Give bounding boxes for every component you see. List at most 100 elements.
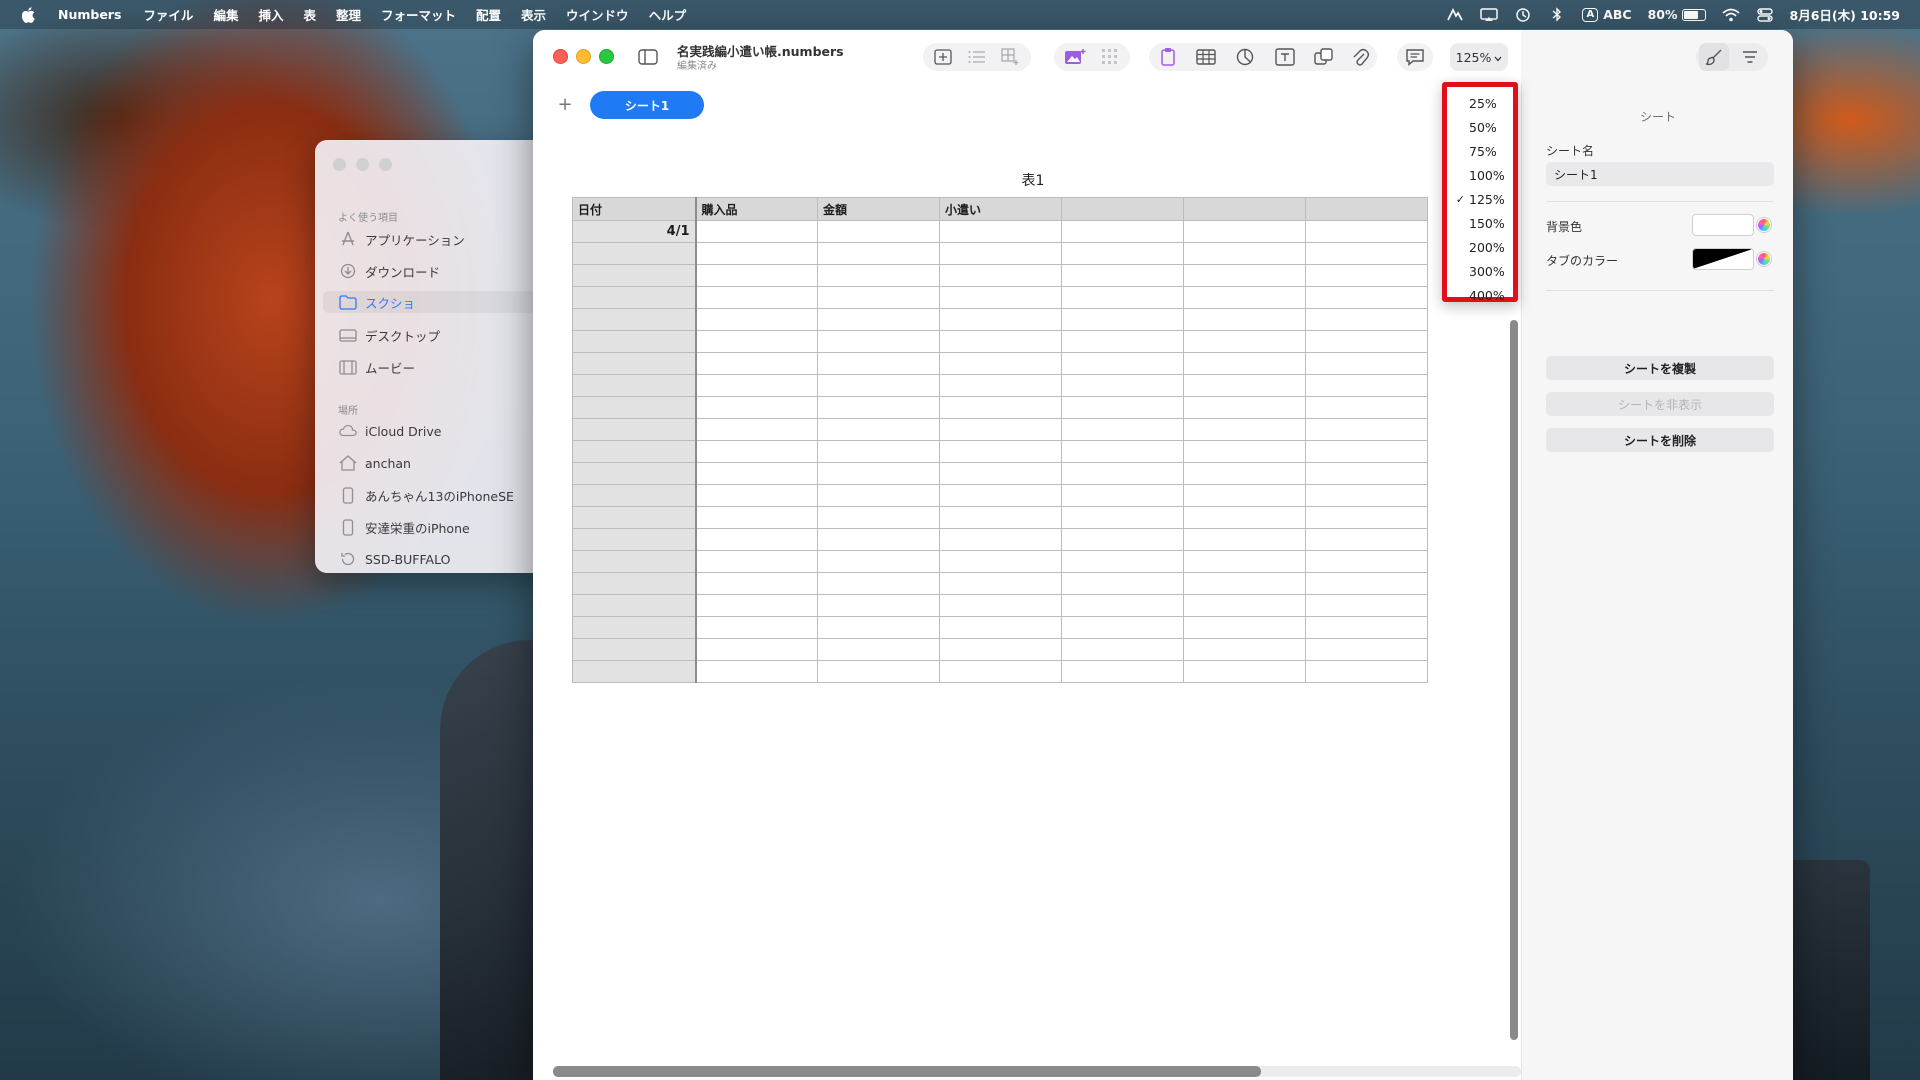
- table-cell[interactable]: [695, 616, 818, 639]
- add-sheet-button[interactable]: +: [556, 96, 574, 114]
- table-cell[interactable]: [1061, 352, 1184, 375]
- table-cell[interactable]: [1183, 550, 1306, 573]
- table-cell[interactable]: [1305, 242, 1428, 265]
- table-cell[interactable]: [1183, 352, 1306, 375]
- zoom-dropdown[interactable]: 125%: [1450, 43, 1508, 71]
- image-grid-button[interactable]: [1094, 44, 1126, 70]
- table-cell[interactable]: [939, 374, 1062, 397]
- minimize-button[interactable]: [576, 49, 591, 64]
- table-cell[interactable]: [817, 462, 940, 485]
- table-cell[interactable]: [939, 330, 1062, 353]
- menu-app-name[interactable]: Numbers: [58, 7, 121, 22]
- sidebar-toggle-button[interactable]: [633, 44, 663, 70]
- table-cell[interactable]: [939, 242, 1062, 265]
- menu-layout[interactable]: 配置: [476, 5, 501, 24]
- header-cell[interactable]: [572, 506, 697, 529]
- table-cell[interactable]: [695, 506, 818, 529]
- table-cell[interactable]: [695, 528, 818, 551]
- zoom-option[interactable]: 25%: [1447, 92, 1513, 114]
- format-inspector-button[interactable]: [1699, 43, 1729, 71]
- header-cell[interactable]: [572, 550, 697, 573]
- battery-status[interactable]: 80%: [1648, 7, 1706, 22]
- zoom-option[interactable]: 150%: [1447, 212, 1513, 234]
- table-cell[interactable]: [939, 506, 1062, 529]
- table-cell[interactable]: [1183, 528, 1306, 551]
- table-cell[interactable]: [1305, 418, 1428, 441]
- header-cell[interactable]: [572, 242, 697, 265]
- header-cell[interactable]: [572, 418, 697, 441]
- table-cell[interactable]: [695, 594, 818, 617]
- table-cell[interactable]: [939, 660, 1062, 683]
- table-cell[interactable]: [939, 550, 1062, 573]
- vertical-scrollbar[interactable]: [1510, 320, 1518, 1040]
- table-cell[interactable]: [817, 330, 940, 353]
- table-cell[interactable]: [1061, 220, 1184, 243]
- menu-insert[interactable]: 挿入: [258, 5, 283, 24]
- table-cell[interactable]: [1305, 308, 1428, 331]
- duplicate-sheet-button[interactable]: シートを複製: [1546, 356, 1774, 380]
- header-cell[interactable]: [572, 330, 697, 353]
- header-cell[interactable]: [572, 572, 697, 595]
- header-cell[interactable]: [572, 440, 697, 463]
- table-cell[interactable]: [1305, 528, 1428, 551]
- table-cell[interactable]: [1305, 374, 1428, 397]
- table-cell[interactable]: [817, 374, 940, 397]
- column-header-cell[interactable]: [1183, 197, 1306, 221]
- table-cell[interactable]: [817, 506, 940, 529]
- table-cell[interactable]: [1305, 484, 1428, 507]
- sidebar-item-movies[interactable]: ムービー: [339, 356, 415, 378]
- menu-window[interactable]: ウインドウ: [566, 5, 629, 24]
- table-cell[interactable]: [695, 264, 818, 287]
- pivot-table-button[interactable]: [961, 44, 993, 70]
- header-cell[interactable]: [572, 396, 697, 419]
- table-cell[interactable]: [1061, 418, 1184, 441]
- sidebar-item-downloads[interactable]: ダウンロード: [339, 260, 440, 282]
- close-button[interactable]: [553, 49, 568, 64]
- table-cell[interactable]: [1305, 616, 1428, 639]
- header-cell[interactable]: [572, 484, 697, 507]
- table-cell[interactable]: [1183, 572, 1306, 595]
- comment-button[interactable]: [1399, 44, 1431, 70]
- zoom-option[interactable]: ✓ 125%: [1447, 188, 1513, 210]
- table-cell[interactable]: [1183, 330, 1306, 353]
- table-cell[interactable]: [939, 616, 1062, 639]
- table-cell[interactable]: [1183, 440, 1306, 463]
- header-cell[interactable]: [572, 528, 697, 551]
- table-cell[interactable]: [817, 308, 940, 331]
- apple-menu-icon[interactable]: [16, 6, 40, 24]
- zoom-window-button[interactable]: [599, 49, 614, 64]
- table-cell[interactable]: [1305, 462, 1428, 485]
- table-cell[interactable]: [695, 374, 818, 397]
- table-cell[interactable]: [1061, 308, 1184, 331]
- menu-arrange[interactable]: 整理: [336, 5, 361, 24]
- zoom-option[interactable]: 75%: [1447, 140, 1513, 162]
- table-cell[interactable]: [1305, 440, 1428, 463]
- table-cell[interactable]: [939, 286, 1062, 309]
- table-cell[interactable]: [1183, 396, 1306, 419]
- table-cell[interactable]: [939, 638, 1062, 661]
- table-cell[interactable]: [695, 352, 818, 375]
- header-cell[interactable]: [572, 286, 697, 309]
- table-cell[interactable]: [1061, 528, 1184, 551]
- sidebar-item-screenshots[interactable]: スクショ: [323, 291, 545, 313]
- table-cell[interactable]: [695, 660, 818, 683]
- header-cell[interactable]: [572, 638, 697, 661]
- header-cell[interactable]: [572, 352, 697, 375]
- sidebar-item-icloud[interactable]: iCloud Drive: [339, 420, 441, 442]
- table-cell[interactable]: [1305, 286, 1428, 309]
- menu-help[interactable]: ヘルプ: [649, 5, 687, 24]
- table-cell[interactable]: [1183, 462, 1306, 485]
- table-cell[interactable]: [1061, 462, 1184, 485]
- background-color-well[interactable]: [1692, 214, 1754, 236]
- table-cell[interactable]: [1061, 242, 1184, 265]
- table-cell[interactable]: [1183, 220, 1306, 243]
- table-cell[interactable]: [939, 462, 1062, 485]
- table-cell[interactable]: [817, 440, 940, 463]
- table-cell[interactable]: [1061, 638, 1184, 661]
- table-cell[interactable]: [695, 308, 818, 331]
- table-cell[interactable]: [1305, 396, 1428, 419]
- table-cell[interactable]: [695, 550, 818, 573]
- tab-color-well[interactable]: [1692, 248, 1754, 270]
- table-cell[interactable]: [817, 660, 940, 683]
- table-cell[interactable]: [817, 286, 940, 309]
